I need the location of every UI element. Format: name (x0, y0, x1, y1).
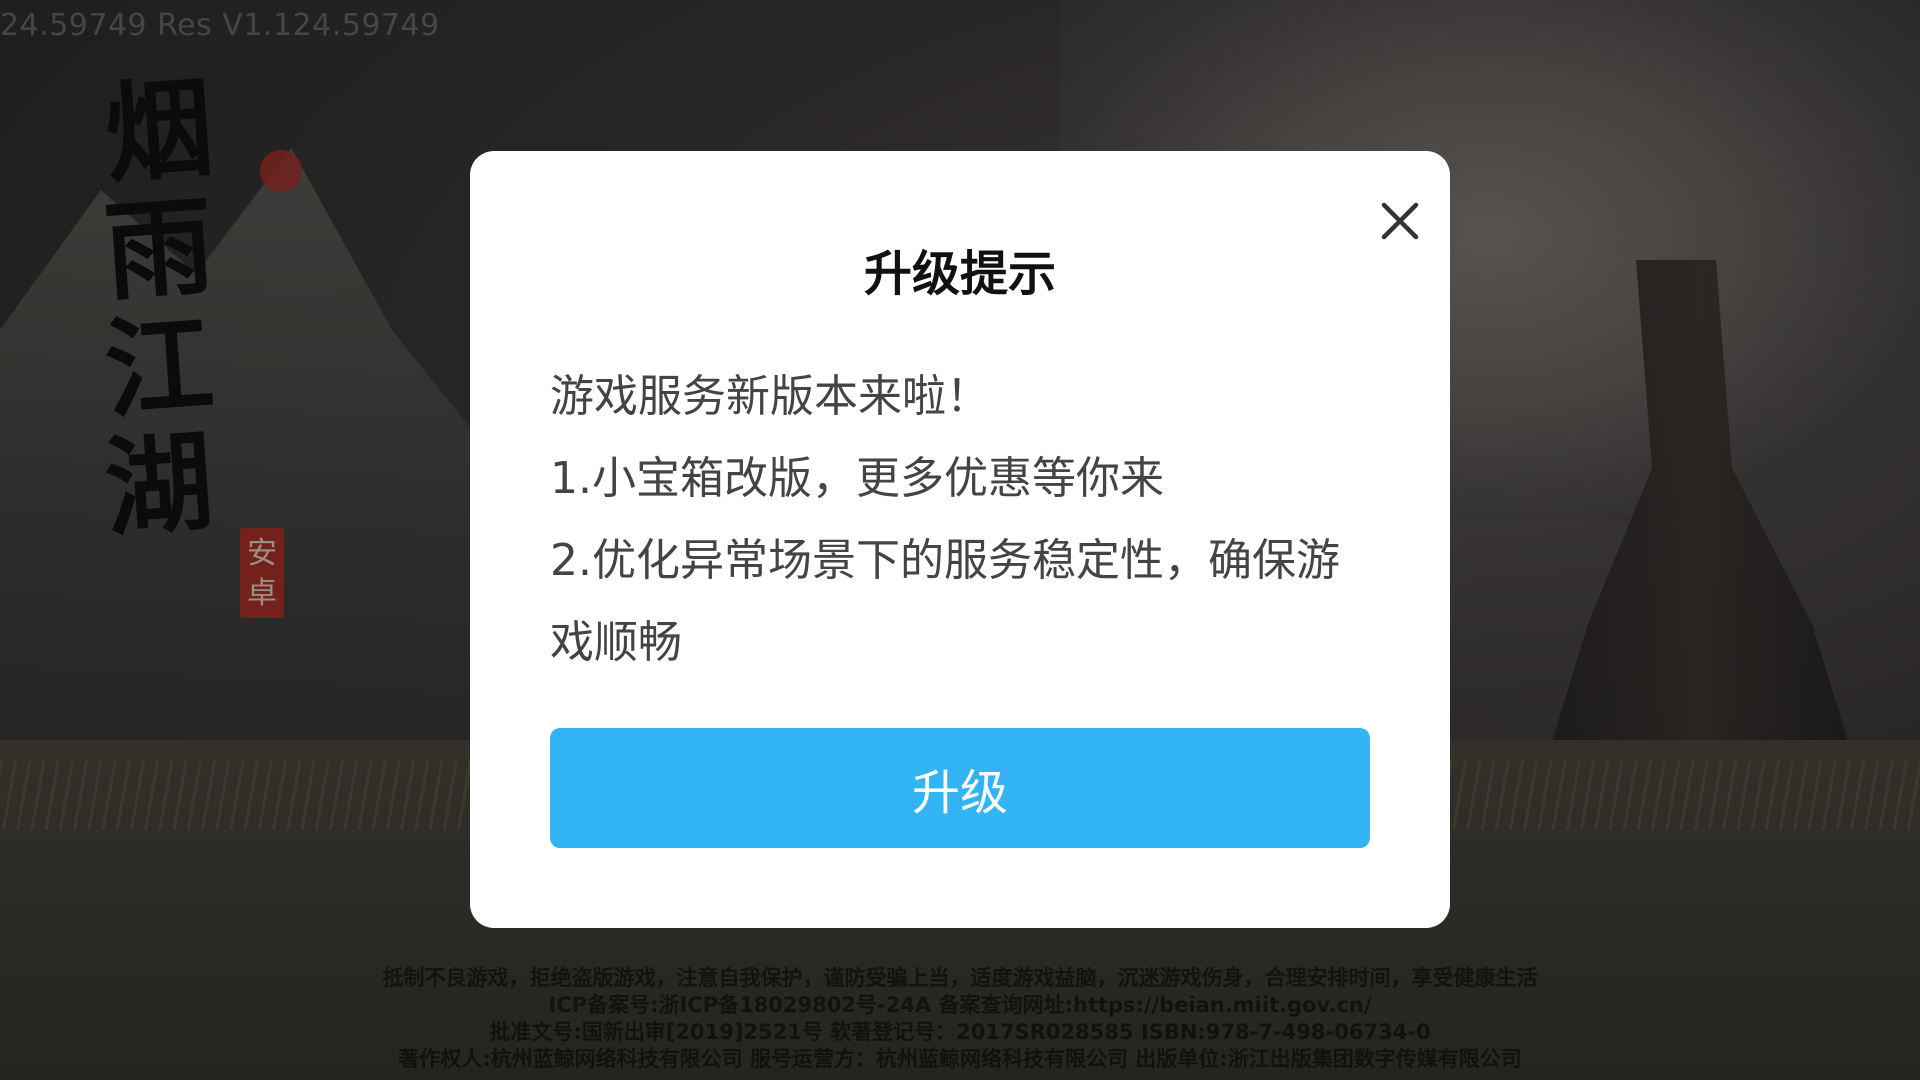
close-button[interactable] (1370, 191, 1430, 251)
game-screen: 24.59749 Res V1.124.59749 烟 雨 江 湖 安卓 抵制不… (0, 0, 1920, 1080)
upgrade-dialog: 升级提示 游戏服务新版本来啦！ 1.小宝箱改版，更多优惠等你来 2.优化异常场景… (470, 151, 1450, 928)
message-line: 2.优化异常场景下的服务稳定性，确保游戏顺畅 (550, 535, 1340, 668)
dialog-message: 游戏服务新版本来啦！ 1.小宝箱改版，更多优惠等你来 2.优化异常场景下的服务稳… (550, 356, 1370, 684)
close-icon (1381, 202, 1419, 240)
upgrade-button[interactable]: 升级 (550, 728, 1370, 848)
dialog-title: 升级提示 (863, 246, 1056, 302)
message-line: 1.小宝箱改版，更多优惠等你来 (550, 453, 1164, 504)
message-line: 游戏服务新版本来啦！ (550, 371, 990, 422)
